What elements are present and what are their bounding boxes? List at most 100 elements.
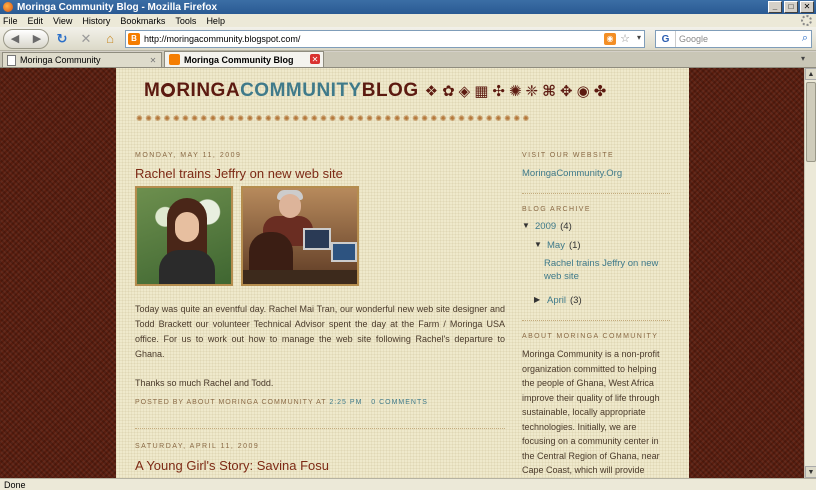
archive-month-label[interactable]: May xyxy=(547,240,565,251)
minimize-button[interactable]: _ xyxy=(768,1,782,13)
scroll-thumb[interactable] xyxy=(806,82,816,162)
adinkra-icon: ❈ xyxy=(525,83,539,100)
archive-post-link[interactable]: Rachel trains Jeffry on new web site xyxy=(544,257,670,283)
blogger-favicon-icon: B xyxy=(128,32,140,45)
post-body: Today was quite an eventful day. Rachel … xyxy=(135,302,505,391)
blog-content-area: M RINGACOMMUNITYBLOG ❖ ✿ ◈ ▦ ✣ ✺ ❈ ⌘ ✥ ◉ … xyxy=(116,68,689,478)
menu-edit[interactable]: Edit xyxy=(28,16,44,26)
at-label: at xyxy=(316,399,327,406)
adinkra-icon: ❖ xyxy=(424,83,439,100)
archive-month-count: (3) xyxy=(570,295,582,306)
collapse-triangle-icon[interactable]: ▼ xyxy=(534,240,543,249)
archive-month-may[interactable]: ▼ May (1) xyxy=(534,240,670,251)
logo-part2: COMMUNITY xyxy=(240,80,362,101)
search-icon[interactable]: ⌕ xyxy=(802,32,808,45)
adinkra-icon: ✣ xyxy=(492,83,505,100)
page-viewport: M RINGACOMMUNITYBLOG ❖ ✿ ◈ ▦ ✣ ✺ ❈ ⌘ ✥ ◉ … xyxy=(0,68,804,478)
menu-view[interactable]: View xyxy=(53,16,72,26)
close-tab-icon[interactable]: ✕ xyxy=(310,54,320,64)
maximize-button[interactable]: □ xyxy=(784,1,798,13)
adinkra-icon: ◈ xyxy=(458,83,471,100)
main-column: Monday, May 11, 2009 Rachel trains Jeffr… xyxy=(135,152,505,473)
archive-month-count: (1) xyxy=(568,240,581,251)
photo-training[interactable] xyxy=(241,186,359,286)
url-text: http://moringacommunity.blogspot.com/ xyxy=(144,33,301,44)
scroll-up-icon[interactable]: ▲ xyxy=(805,68,816,80)
posted-by-label: Posted by xyxy=(135,399,184,406)
menu-bookmarks[interactable]: Bookmarks xyxy=(120,16,165,26)
url-dropdown-icon[interactable]: ▾ xyxy=(637,33,641,42)
post-author: About Moringa Community xyxy=(186,399,314,406)
menu-help[interactable]: Help xyxy=(206,16,225,26)
archive-year-2009[interactable]: ▼ 2009 (4) xyxy=(522,221,670,232)
menu-tools[interactable]: Tools xyxy=(175,16,196,26)
photo-rachel[interactable] xyxy=(135,186,233,286)
sidebar-heading-archive: Blog Archive xyxy=(522,206,591,213)
status-text: Done xyxy=(4,479,26,490)
logo-o-ring xyxy=(161,83,176,97)
rss-feed-icon[interactable]: ◉ xyxy=(604,32,616,45)
search-bar[interactable]: G Google ⌕ xyxy=(655,30,812,48)
url-bar[interactable]: B http://moringacommunity.blogspot.com/ … xyxy=(125,29,645,48)
firefox-logo-icon xyxy=(3,2,13,12)
vertical-scrollbar[interactable]: ▲ ▼ xyxy=(804,68,816,478)
photo-shape xyxy=(243,270,357,284)
navigation-toolbar: ◀ ▶ ↻ ✕ ⌂ B http://moringacommunity.blog… xyxy=(0,27,816,51)
photo-shape xyxy=(159,250,215,284)
adinkra-symbols: ❖ ✿ ◈ ▦ ✣ ✺ ❈ ⌘ ✥ ◉ ✤ xyxy=(425,82,607,100)
scroll-down-icon[interactable]: ▼ xyxy=(805,466,816,478)
archive-month-label[interactable]: April xyxy=(547,295,566,306)
archive-month-april[interactable]: ▶ April (3) xyxy=(534,295,670,306)
search-engine-icon[interactable]: G xyxy=(656,31,676,47)
status-bar: Done xyxy=(0,478,816,490)
collapse-triangle-icon[interactable]: ▼ xyxy=(522,221,531,230)
tab-moringa-community-blog[interactable]: Moringa Community Blog ✕ xyxy=(164,51,324,67)
tab-moringa-community[interactable]: Moringa Community ✕ xyxy=(2,52,162,67)
post-time-link[interactable]: 2:25 PM xyxy=(329,399,362,406)
post-date-header: Saturday, April 11, 2009 xyxy=(135,443,260,450)
blog-header-logo[interactable]: M RINGACOMMUNITYBLOG ❖ ✿ ◈ ▦ ✣ ✺ ❈ ⌘ ✥ ◉ … xyxy=(144,78,664,104)
decorative-border-icon: ✺✺✺✺✺✺✺✺✺✺✺✺✺✺✺✺✺✺✺✺✺✺✺✺✺✺✺✺✺✺✺✺✺✺✺✺✺✺✺✺… xyxy=(136,114,532,123)
photo-shape xyxy=(303,228,331,250)
blog-logo: M RINGACOMMUNITYBLOG xyxy=(144,80,419,102)
comments-link[interactable]: 0 comments xyxy=(371,399,428,406)
bookmark-star-icon[interactable]: ☆ xyxy=(620,32,630,45)
archive-year-count: (4) xyxy=(560,221,572,232)
close-tab-icon[interactable]: ✕ xyxy=(148,55,158,65)
website-link[interactable]: MoringaCommunity.Org xyxy=(522,168,670,179)
post-paragraph: Today was quite an eventful day. Rachel … xyxy=(135,304,505,359)
list-all-tabs-icon[interactable]: ▾ xyxy=(801,54,813,66)
tab-label: Moringa Community xyxy=(20,55,101,65)
throbber-icon xyxy=(801,15,812,26)
expand-triangle-icon[interactable]: ▶ xyxy=(534,295,543,304)
adinkra-icon: ▦ xyxy=(474,83,489,100)
home-icon[interactable]: ⌂ xyxy=(99,29,121,49)
adinkra-icon: ✤ xyxy=(593,83,607,100)
menu-bar: File Edit View History Bookmarks Tools H… xyxy=(0,14,816,27)
sidebar-heading-visit: Visit our website xyxy=(522,152,615,159)
reload-icon[interactable]: ↻ xyxy=(51,29,73,49)
close-window-button[interactable]: ✕ xyxy=(800,1,814,13)
search-placeholder: Google xyxy=(679,34,709,44)
sidebar-divider xyxy=(522,320,670,321)
forward-icon[interactable]: ▶ xyxy=(33,32,41,45)
post-title-link[interactable]: Rachel trains Jeffry on new web site xyxy=(135,166,505,181)
archive-year-label[interactable]: 2009 xyxy=(535,221,556,232)
photo-shape xyxy=(279,194,301,218)
window-controls: _ □ ✕ xyxy=(768,1,814,13)
adinkra-icon: ⌘ xyxy=(542,83,557,100)
logo-part3: BLOG xyxy=(361,80,419,101)
sidebar-heading-about: About Moringa Community xyxy=(522,333,659,340)
back-icon[interactable]: ◀ xyxy=(11,32,19,45)
back-forward-buttons: ◀ ▶ xyxy=(3,28,49,49)
about-text: Moringa Community is a non-profit organi… xyxy=(522,349,660,475)
adinkra-icon: ✿ xyxy=(442,83,455,100)
tab-bar: Moringa Community ✕ Moringa Community Bl… xyxy=(0,51,816,68)
menu-file[interactable]: File xyxy=(3,16,18,26)
post-title-link[interactable]: A Young Girl's Story: Savina Fosu xyxy=(135,458,505,473)
menu-history[interactable]: History xyxy=(82,16,110,26)
post-footer: Posted by About Moringa Community at 2:2… xyxy=(135,399,505,406)
window-title: Moringa Community Blog - Mozilla Firefox xyxy=(17,1,217,13)
post-date-header: Monday, May 11, 2009 xyxy=(135,152,242,159)
stop-icon[interactable]: ✕ xyxy=(75,29,97,49)
